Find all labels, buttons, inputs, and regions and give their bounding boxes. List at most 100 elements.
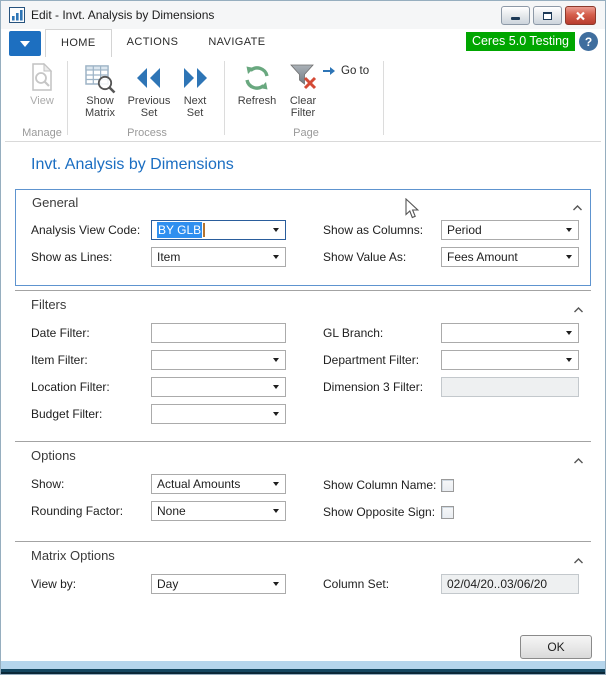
dropdown-arrow-icon[interactable] [273,582,279,586]
dimension3-filter-label: Dimension 3 Filter: [323,380,441,394]
group-caption-page: Page [233,127,379,139]
clear-filter-button[interactable]: Clear Filter [283,61,323,119]
rounding-factor-label: Rounding Factor: [31,504,151,518]
dropdown-arrow-icon[interactable] [566,228,572,232]
department-filter-combobox[interactable] [441,350,579,370]
dropdown-arrow-icon[interactable] [566,255,572,259]
dropdown-arrow-icon[interactable] [273,228,279,232]
department-filter-label: Department Filter: [323,353,441,367]
location-filter-combobox[interactable] [151,377,286,397]
ok-button[interactable]: OK [520,635,592,659]
show-matrix-label-1: Show [86,95,114,107]
column-set-label: Column Set: [323,577,441,591]
refresh-button[interactable]: Refresh [233,61,281,107]
dropdown-arrow-icon[interactable] [273,482,279,486]
budget-filter-combobox[interactable] [151,404,286,424]
view-button: View [19,61,65,107]
dropdown-arrow-icon[interactable] [273,509,279,513]
dropdown-arrow-icon[interactable] [566,358,572,362]
gl-branch-combobox[interactable] [441,323,579,343]
ribbon-separator [383,61,384,135]
show-as-columns-value: Period [447,223,482,237]
window-title: Edit - Invt. Analysis by Dimensions [31,8,214,22]
view-by-label: View by: [31,577,151,591]
dropdown-arrow-icon[interactable] [273,358,279,362]
show-opposite-sign-label: Show Opposite Sign: [323,505,441,519]
analysis-view-code-label: Analysis View Code: [31,223,151,237]
app-window: Edit - Invt. Analysis by Dimensions HOME… [0,0,606,675]
previous-set-label-1: Previous [128,95,171,107]
section-options-header[interactable]: Options [15,441,591,467]
dropdown-arrow-icon[interactable] [273,255,279,259]
clear-filter-icon [288,61,318,95]
column-set-input: 02/04/20..03/06/20 [441,574,579,594]
view-by-combobox[interactable]: Day [151,574,286,594]
chevron-up-icon[interactable] [574,452,583,467]
app-menu-caret-icon [20,41,30,47]
show-as-lines-combobox[interactable]: Item [151,247,286,267]
item-filter-label: Item Filter: [31,353,151,367]
group-caption-manage: Manage [19,127,65,139]
show-matrix-button[interactable]: Show Matrix [77,61,123,119]
app-menu-button[interactable] [9,31,41,56]
item-filter-combobox[interactable] [151,350,286,370]
chevron-up-icon[interactable] [574,552,583,567]
previous-set-button[interactable]: Previous Set [125,61,173,119]
ribbon-separator [67,61,68,135]
analysis-view-code-value: BY GLB [157,222,202,238]
page-title: Invt. Analysis by Dimensions [31,156,234,174]
help-icon[interactable]: ? [579,32,598,51]
clear-filter-label-1: Clear [290,95,316,107]
rounding-factor-value: None [157,504,186,518]
section-matrix-options-title: Matrix Options [31,548,115,563]
location-filter-label: Location Filter: [31,380,151,394]
show-value-as-value: Fees Amount [447,250,518,264]
rounding-factor-combobox[interactable]: None [151,501,286,521]
tab-navigate[interactable]: NAVIGATE [193,29,280,57]
clear-filter-label-2: Filter [291,107,315,119]
budget-filter-label: Budget Filter: [31,407,151,421]
next-set-button[interactable]: Next Set [175,61,215,119]
window-border-bottom [1,661,605,669]
show-matrix-grid-icon [85,61,116,95]
show-opposite-sign-checkbox[interactable] [441,506,454,519]
minimize-button[interactable] [501,6,530,25]
chart-icon [9,7,26,28]
show-matrix-label-2: Matrix [85,107,115,119]
show-as-columns-label: Show as Columns: [323,223,441,237]
show-as-lines-label: Show as Lines: [31,250,151,264]
tab-home[interactable]: HOME [45,29,112,57]
gl-branch-label: GL Branch: [323,326,441,340]
show-column-name-checkbox[interactable] [441,479,454,492]
maximize-button[interactable] [533,6,562,25]
section-filters-header[interactable]: Filters [15,290,591,316]
title-bar: Edit - Invt. Analysis by Dimensions [1,1,605,29]
dimension3-filter-input [441,377,579,397]
chevron-up-icon[interactable] [573,199,582,214]
dropdown-arrow-icon[interactable] [273,412,279,416]
refresh-icon [243,61,271,95]
show-column-name-label: Show Column Name: [323,478,441,492]
window-border-bottom-edge [1,669,605,674]
show-combobox[interactable]: Actual Amounts [151,474,286,494]
date-filter-input[interactable] [151,323,286,343]
analysis-view-code-combobox[interactable]: BY GLB [151,220,286,240]
company-badge: Ceres 5.0 Testing [466,32,575,51]
show-as-lines-value: Item [157,250,180,264]
goto-button[interactable]: Go to [323,65,369,77]
close-button[interactable] [565,6,596,25]
section-matrix-options-header[interactable]: Matrix Options [15,541,591,567]
tab-actions[interactable]: ACTIONS [112,29,194,57]
show-value: Actual Amounts [157,477,240,491]
next-set-label-2: Set [187,107,204,119]
show-value-as-combobox[interactable]: Fees Amount [441,247,579,267]
dropdown-arrow-icon[interactable] [566,331,572,335]
dropdown-arrow-icon[interactable] [273,385,279,389]
ribbon-tab-row: HOME ACTIONS NAVIGATE Ceres 5.0 Testing … [5,29,601,57]
chevron-up-icon[interactable] [574,301,583,316]
goto-label: Go to [341,65,369,77]
section-general-header[interactable]: General [16,190,590,210]
show-as-columns-combobox[interactable]: Period [441,220,579,240]
view-by-value: Day [157,577,178,591]
ribbon-separator [224,61,225,135]
